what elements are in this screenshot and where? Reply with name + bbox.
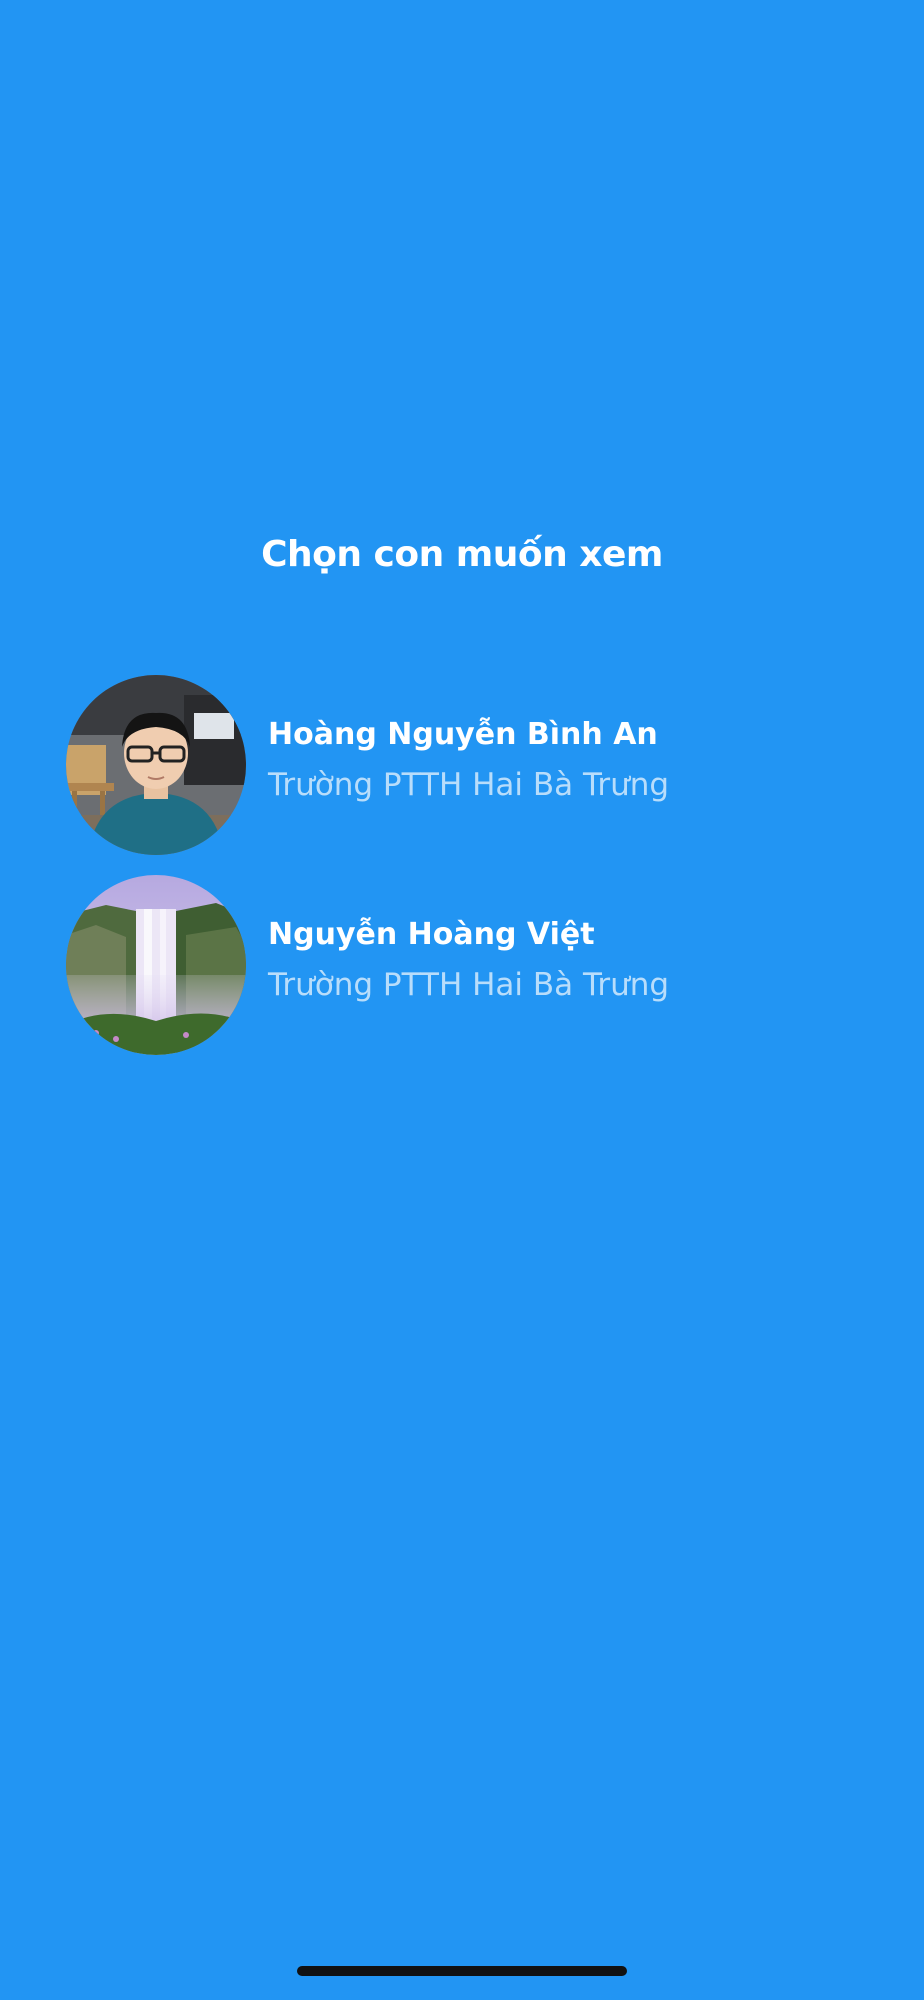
child-name: Nguyễn Hoàng Việt [268, 917, 595, 952]
boy-photo-avatar [66, 675, 246, 855]
child-item-1[interactable]: Hoàng Nguyễn Bình An Trường PTTH Hai Bà … [66, 675, 866, 855]
home-indicator[interactable] [297, 1966, 627, 1976]
child-select-screen: Chọn con muốn xem Hoàng Nguyễn Bình An T… [0, 0, 924, 2000]
child-name: Hoàng Nguyễn Bình An [268, 717, 658, 752]
child-item-2[interactable]: Nguyễn Hoàng Việt Trường PTTH Hai Bà Trư… [66, 875, 866, 1055]
avatar [66, 675, 246, 855]
waterfall-photo-avatar [66, 875, 246, 1055]
avatar [66, 875, 246, 1055]
child-school: Trường PTTH Hai Bà Trưng [268, 967, 670, 1003]
child-info: Nguyễn Hoàng Việt Trường PTTH Hai Bà Trư… [268, 913, 669, 1007]
page-title: Chọn con muốn xem [261, 534, 663, 575]
child-school: Trường PTTH Hai Bà Trưng [268, 767, 670, 803]
child-list: Hoàng Nguyễn Bình An Trường PTTH Hai Bà … [66, 675, 866, 1075]
child-info: Hoàng Nguyễn Bình An Trường PTTH Hai Bà … [268, 713, 669, 807]
